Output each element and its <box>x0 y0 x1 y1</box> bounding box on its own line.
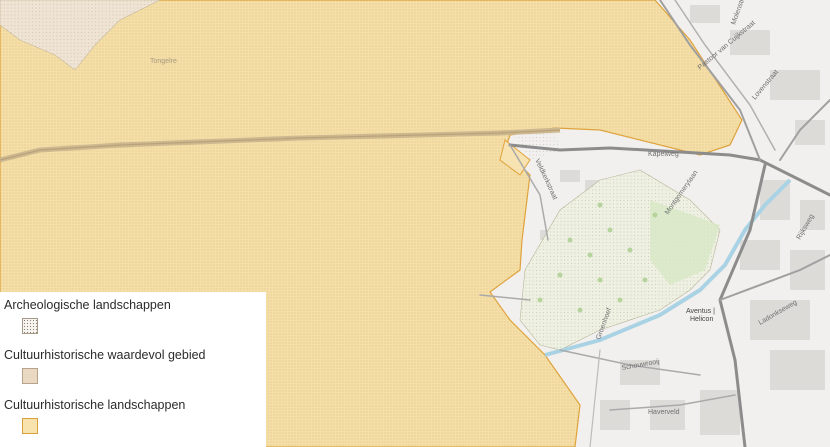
cultural-landscape-swatch-icon <box>22 418 38 434</box>
label-aventus: Aventus | <box>686 308 715 315</box>
label-kapelweg: Kapelweg <box>648 151 679 158</box>
legend-label: Archeologische landschappen <box>4 298 171 312</box>
legend-item-valuable-area[interactable]: Cultuurhistorische waardevol gebied <box>4 348 206 363</box>
legend-label: Cultuurhistorische landschappen <box>4 398 186 412</box>
map-legend: Archeologische landschappen Cultuurhisto… <box>0 292 266 447</box>
label-haverveld: Haverveld <box>648 409 680 416</box>
label-helicon: Helicon <box>690 316 713 323</box>
legend-label: Cultuurhistorische waardevol gebied <box>4 348 206 362</box>
archaeology-swatch-icon <box>22 318 38 334</box>
valuable-area-swatch-icon <box>22 368 38 384</box>
label-tongelre: Tongelre <box>150 58 177 65</box>
legend-item-archaeology[interactable]: Archeologische landschappen <box>4 298 171 313</box>
legend-item-cultural-landscape[interactable]: Cultuurhistorische landschappen <box>4 398 185 413</box>
